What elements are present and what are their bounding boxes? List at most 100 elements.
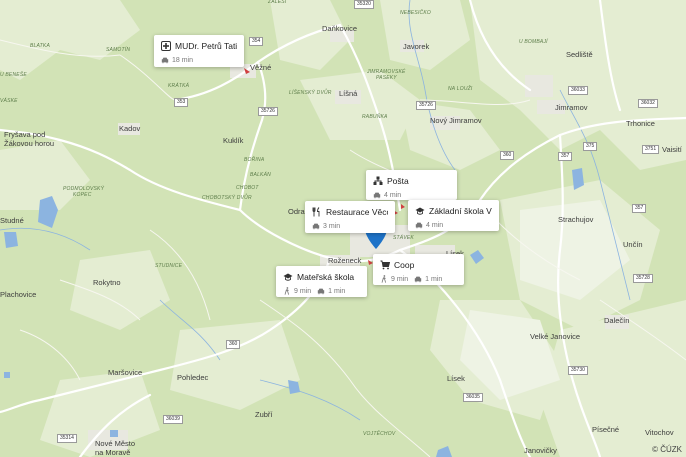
poi-card-posta[interactable]: Pošta 4 min <box>366 170 457 200</box>
poi-duration: 1 min <box>328 287 346 295</box>
road-number: 357 <box>632 204 647 213</box>
poi-title: MUDr. Petrů Tati... <box>175 41 237 51</box>
road-number: 35728 <box>633 274 653 283</box>
road-number: 360 <box>226 340 241 349</box>
car-icon <box>373 192 381 199</box>
road-number: 35320 <box>354 0 374 9</box>
town-label-pisecne: Písečné <box>592 425 620 434</box>
restaurant-icon <box>312 207 320 217</box>
area-label: BLATKA <box>30 43 51 49</box>
road-number: 3751 <box>642 145 660 154</box>
town-label-lisna: Líšná <box>339 89 358 98</box>
poi-duration: 4 min <box>384 191 402 199</box>
poi-card-coop[interactable]: Coop 9 min 1 min <box>373 254 464 285</box>
road-number: 35726 <box>258 107 278 116</box>
road-number: 35726 <box>416 101 436 110</box>
area-label: PASEKY <box>376 75 397 81</box>
poi-card-zakladni-skola[interactable]: Základní škola Vě... 4 min <box>408 200 499 231</box>
car-icon <box>414 276 422 283</box>
road-number: 353 <box>174 98 189 107</box>
copyright-notice[interactable]: © ČÚZK <box>652 445 682 454</box>
town-label-strachujov: Strachujov <box>558 215 594 224</box>
town-label-vezne: Věžné <box>250 63 272 72</box>
school-icon <box>283 273 293 281</box>
town-label-studne: Studné <box>0 216 24 225</box>
road-number: 375 <box>583 142 598 151</box>
poi-duration: 9 min <box>391 275 409 283</box>
walking-icon <box>381 275 386 283</box>
road-number: 36035 <box>463 393 483 402</box>
poi-title: Pošta <box>387 176 409 186</box>
road-number: 360 <box>500 151 515 160</box>
town-label-marsovice: Maršovice <box>108 368 143 377</box>
road-number: 36039 <box>163 415 183 424</box>
poi-title: Restaurace Věcov <box>326 207 388 217</box>
town-label-kadov: Kadov <box>119 124 141 133</box>
town-label-vitochov: Vitochov <box>645 428 674 437</box>
town-label-vaisiti: Vaisití <box>662 145 682 154</box>
post-office-icon <box>373 176 383 185</box>
poi-duration: 1 min <box>425 275 443 283</box>
area-label: BALKÁN <box>250 172 271 178</box>
medical-cross-icon <box>161 41 171 51</box>
road-number: 357 <box>558 152 573 161</box>
town-label-trhonice: Trhonice <box>626 119 655 128</box>
town-label-frysava: Fryšava pod <box>4 130 46 139</box>
area-label: CHOBOT <box>236 185 259 191</box>
town-label-odra: Odra <box>288 207 305 216</box>
shopping-cart-icon <box>380 260 390 270</box>
area-label: VÁSKE <box>0 98 18 104</box>
car-icon <box>415 222 423 229</box>
area-label: U BENEŠE <box>0 72 27 78</box>
area-label: KOPEC <box>73 192 92 198</box>
town-label-uncin: Unčín <box>623 240 643 249</box>
car-icon <box>317 288 325 295</box>
road-number: 35730 <box>568 366 588 375</box>
car-icon <box>312 223 320 230</box>
area-label: SAMOTÍN <box>106 47 131 53</box>
town-label-rokytno: Rokytno <box>93 278 121 287</box>
area-label: ZÁLESÍ <box>268 0 287 5</box>
area-label: BOŘINA <box>244 157 265 163</box>
road-number: 36033 <box>568 86 588 95</box>
town-label-velke-janovice: Velké Janovice <box>530 332 581 341</box>
town-label-rozenecky: Roženeck <box>328 256 362 265</box>
poi-duration: 4 min <box>426 221 444 229</box>
town-label-sedliste: Sedliště <box>566 50 593 59</box>
poi-card-doctor[interactable]: MUDr. Petrů Tati... 18 min <box>154 35 244 67</box>
town-label-novy-jimramov: Nový Jimramov <box>430 116 482 125</box>
poi-title: Coop <box>394 260 415 270</box>
poi-card-restaurace[interactable]: Restaurace Věcov 3 min <box>305 201 395 233</box>
poi-title: Mateřská škola <box>297 272 355 282</box>
town-label-zubri: Zubří <box>255 410 273 419</box>
road-number: 354 <box>249 37 264 46</box>
road-number: 35314 <box>57 434 77 443</box>
area-label: KRÁTKÁ <box>168 83 190 89</box>
town-label-nove-mesto: Nové Město <box>95 439 136 448</box>
area-label: VOJTĚCHOV <box>363 431 396 437</box>
town-label-pohledec: Pohledec <box>177 373 209 382</box>
area-label: STÁVEK <box>393 235 414 241</box>
poi-card-materska-skola[interactable]: Mateřská škola 9 min 1 min <box>276 266 367 297</box>
town-label-javorek: Javorek <box>403 42 430 51</box>
poi-duration: 18 min <box>172 56 194 64</box>
town-label-dankovice: Daňkovice <box>322 24 358 33</box>
area-label: U BOMBAJÍ <box>519 39 548 45</box>
town-label-na-morave: na Moravě <box>95 448 131 457</box>
area-label: NA LOUŽI <box>448 86 473 92</box>
area-label: LÍŠENSKÝ DVŮR <box>289 90 332 96</box>
road-number: 36032 <box>638 99 658 108</box>
town-label-janovicky: Janovičky <box>524 446 557 455</box>
town-label-lisek: Lísek <box>447 374 465 383</box>
town-label-kuklik: Kuklík <box>223 136 244 145</box>
poi-title: Základní škola Vě... <box>429 206 492 216</box>
area-label: NEBESIČKO <box>400 10 431 16</box>
area-label: CHOBOTSKÝ DVŮR <box>202 195 252 201</box>
school-icon <box>415 207 425 215</box>
town-label-jimramov: Jimramov <box>555 103 588 112</box>
area-label: RABUŇKA <box>362 114 388 120</box>
town-label-dalecin: Dalečín <box>604 316 630 325</box>
poi-duration: 3 min <box>323 222 341 230</box>
car-icon <box>161 57 169 64</box>
area-label: STUDNICE <box>155 263 183 269</box>
